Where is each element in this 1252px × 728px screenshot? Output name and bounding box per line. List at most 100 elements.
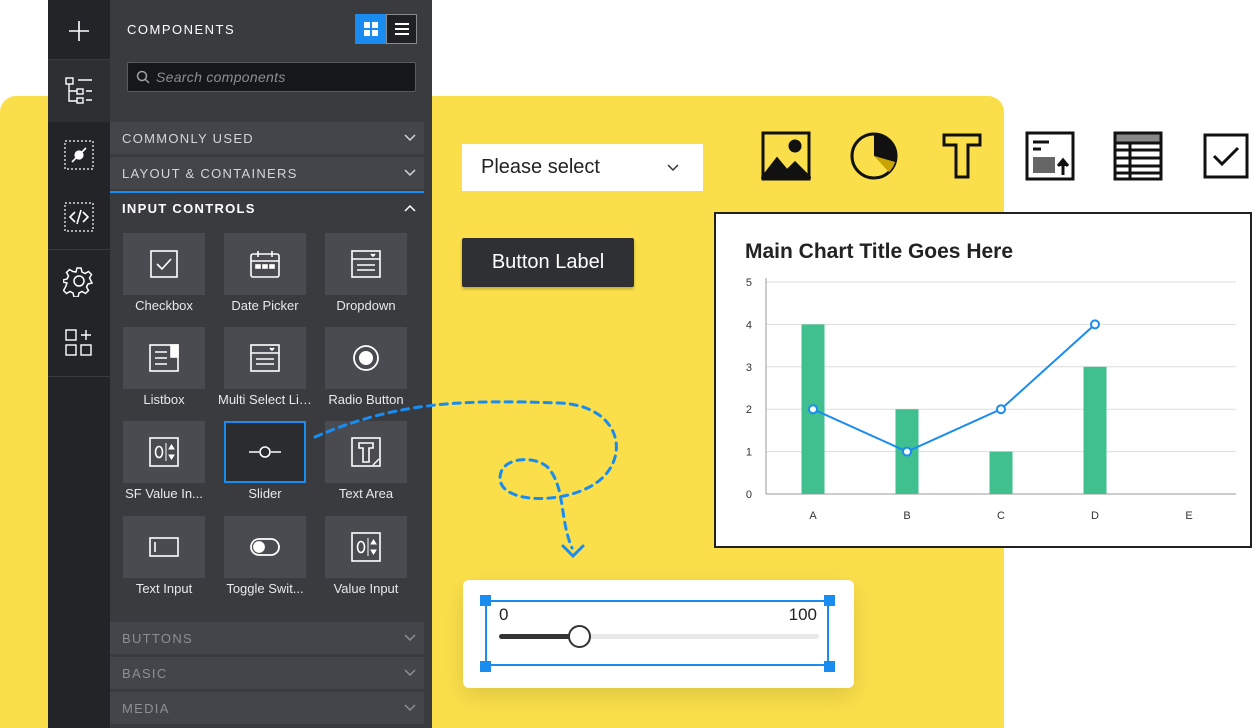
panel-title: COMPONENTS bbox=[127, 22, 236, 37]
chart-bar bbox=[989, 451, 1013, 494]
tree-icon[interactable] bbox=[48, 60, 110, 122]
tile-label: Text Area bbox=[338, 486, 394, 501]
tile-label: SF Value In... bbox=[125, 486, 203, 501]
section-label: BUTTONS bbox=[122, 630, 193, 646]
icon-rail bbox=[48, 0, 110, 728]
slider-max-label: 100 bbox=[788, 605, 817, 624]
y-tick-label: 4 bbox=[746, 319, 752, 331]
section-input-controls[interactable]: INPUT CONTROLS bbox=[110, 191, 424, 223]
value-input-icon bbox=[123, 421, 205, 483]
y-tick-label: 1 bbox=[746, 447, 752, 459]
resize-handle-bottom-left[interactable] bbox=[480, 661, 491, 672]
tile-label: Dropdown bbox=[336, 298, 396, 313]
chevron-down-icon bbox=[396, 669, 424, 677]
tile-dropdown[interactable]: Dropdown bbox=[325, 233, 409, 323]
radio-button-icon bbox=[325, 327, 407, 389]
tile-label: Value Input bbox=[333, 581, 399, 596]
checkbox-icon[interactable] bbox=[1200, 130, 1252, 182]
tile-label: Date Picker bbox=[231, 298, 299, 313]
resize-handle-bottom-right[interactable] bbox=[824, 661, 835, 672]
tile-multi-select[interactable]: Multi Select Listbox bbox=[218, 327, 312, 417]
components-panel: COMPONENTS Search components COMMONLY US… bbox=[110, 0, 432, 728]
search-input[interactable]: Search components bbox=[127, 62, 416, 92]
tile-label: Toggle Swit... bbox=[226, 581, 304, 596]
section-label: BASIC bbox=[122, 665, 168, 681]
section-label: COMMONLY USED bbox=[122, 130, 254, 146]
tile-label: Slider bbox=[248, 486, 282, 501]
pie-chart-icon[interactable] bbox=[848, 130, 900, 182]
chevron-up-icon bbox=[396, 204, 424, 212]
slider-track[interactable] bbox=[499, 625, 819, 648]
tile-label: Multi Select Listbox bbox=[218, 392, 312, 407]
resize-handle-top-right[interactable] bbox=[824, 595, 835, 606]
selection-frame: 0 100 bbox=[485, 600, 829, 666]
widgets-icon[interactable] bbox=[48, 312, 110, 374]
tile-date-picker[interactable]: Date Picker bbox=[224, 233, 308, 323]
tile-text-input[interactable]: Text Input bbox=[123, 516, 207, 606]
slider-widget-card: 0 100 bbox=[463, 580, 854, 688]
rail-divider bbox=[48, 376, 110, 377]
y-tick-label: 2 bbox=[746, 404, 752, 416]
section-basic[interactable]: BASIC bbox=[110, 657, 424, 689]
text-input-icon bbox=[123, 516, 205, 578]
chart-card[interactable]: Main Chart Title Goes Here 012345ABCDE bbox=[714, 212, 1252, 548]
chart-point bbox=[902, 446, 912, 457]
calendar-icon bbox=[224, 233, 306, 295]
select-value: Please select bbox=[481, 156, 600, 178]
chevron-down-icon bbox=[643, 163, 703, 172]
section-buttons[interactable]: BUTTONS bbox=[110, 622, 424, 654]
section-media[interactable]: MEDIA bbox=[110, 692, 424, 724]
tile-text-area[interactable]: Text Area bbox=[325, 421, 409, 511]
x-tick-label: A bbox=[809, 510, 817, 522]
tile-label: Checkbox bbox=[135, 298, 193, 313]
list-view-button[interactable] bbox=[386, 14, 417, 44]
chart-point bbox=[996, 404, 1006, 415]
app-stage: COMPONENTS Search components COMMONLY US… bbox=[0, 0, 1252, 728]
slider-thumb[interactable] bbox=[568, 625, 591, 648]
file-upload-icon[interactable] bbox=[1024, 130, 1076, 182]
search-placeholder: Search components bbox=[156, 69, 286, 85]
add-icon[interactable] bbox=[48, 0, 110, 62]
select-dropdown[interactable]: Please select bbox=[462, 144, 703, 191]
y-tick-label: 0 bbox=[746, 489, 752, 501]
y-tick-label: 5 bbox=[746, 277, 752, 289]
chevron-down-icon bbox=[396, 169, 424, 177]
tile-slider[interactable]: Slider bbox=[224, 421, 308, 511]
text-icon[interactable] bbox=[936, 130, 988, 182]
resize-handle-top-left[interactable] bbox=[480, 595, 491, 606]
tile-listbox[interactable]: Listbox bbox=[123, 327, 207, 417]
section-layout-containers[interactable]: LAYOUT & CONTAINERS bbox=[110, 157, 424, 189]
tile-radio-button[interactable]: Radio Button bbox=[325, 327, 409, 417]
code-icon[interactable] bbox=[48, 186, 110, 248]
section-label: MEDIA bbox=[122, 700, 170, 716]
tile-label: Listbox bbox=[143, 392, 185, 407]
section-commonly-used[interactable]: COMMONLY USED bbox=[110, 122, 424, 154]
slider-min-label: 0 bbox=[499, 605, 509, 624]
grid-view-button[interactable] bbox=[355, 14, 386, 44]
tile-label: Radio Button bbox=[328, 392, 404, 407]
tile-sf-value-input[interactable]: SF Value In... bbox=[123, 421, 207, 511]
sample-button[interactable]: Button Label bbox=[462, 238, 634, 287]
x-tick-label: B bbox=[903, 510, 910, 522]
section-label: INPUT CONTROLS bbox=[122, 200, 256, 216]
x-tick-label: C bbox=[997, 510, 1005, 522]
list-icon bbox=[394, 23, 409, 35]
slider-icon bbox=[224, 421, 306, 483]
checkbox-icon bbox=[123, 233, 205, 295]
tile-toggle-switch[interactable]: Toggle Swit... bbox=[224, 516, 308, 606]
view-toggle bbox=[355, 14, 417, 44]
chart-point bbox=[1090, 319, 1100, 330]
gear-icon[interactable] bbox=[48, 250, 110, 312]
plugin-icon[interactable] bbox=[48, 124, 110, 186]
tile-checkbox[interactable]: Checkbox bbox=[123, 233, 207, 323]
chevron-down-icon bbox=[396, 134, 424, 142]
table-icon[interactable] bbox=[1112, 130, 1164, 182]
text-area-icon bbox=[325, 421, 407, 483]
toggle-icon bbox=[224, 516, 306, 578]
tile-value-input[interactable]: Value Input bbox=[325, 516, 409, 606]
chart-line bbox=[812, 323, 1096, 453]
image-icon[interactable] bbox=[760, 130, 812, 182]
value-input-icon bbox=[325, 516, 407, 578]
y-tick-label: 3 bbox=[746, 362, 752, 374]
multi-select-icon bbox=[224, 327, 306, 389]
